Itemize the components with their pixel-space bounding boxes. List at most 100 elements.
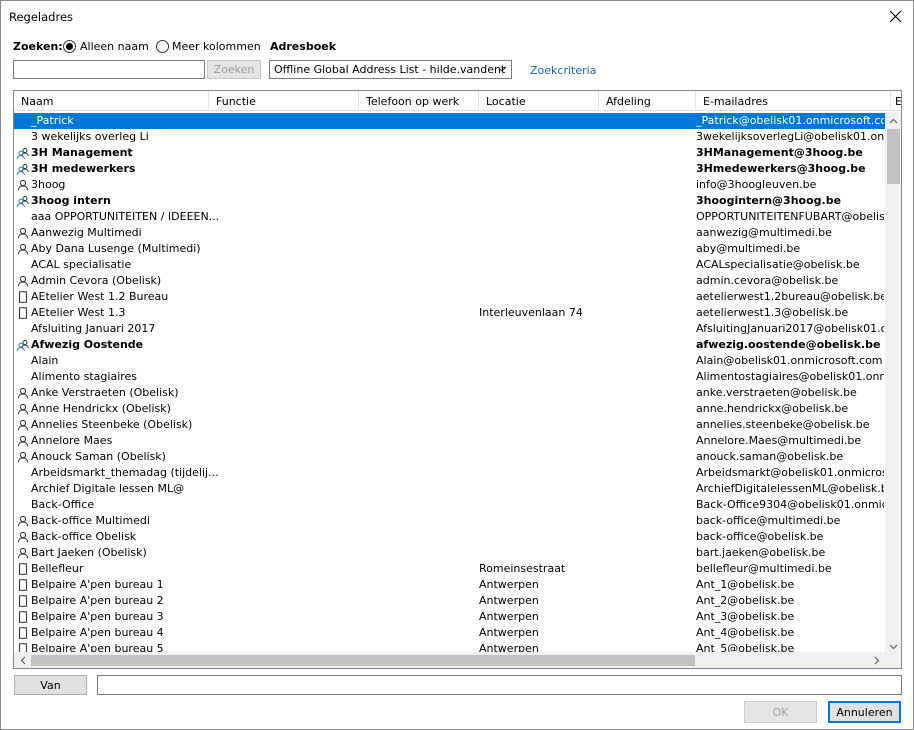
table-row[interactable]: Back-Office Back-Office9304@obelisk01.onm… — [14, 497, 885, 513]
row-name: ACAL specialisatie — [31, 258, 132, 271]
table-row[interactable]: Annelies Steenbeke (Obelisk) annelies.ste… — [14, 417, 885, 433]
row-location — [479, 353, 594, 369]
table-row[interactable]: 3hoog info@3hoogleuven.be — [14, 177, 885, 193]
row-location — [479, 497, 594, 513]
table-row[interactable]: 3hoog intern 3hoogintern@3hoog.be — [14, 193, 885, 209]
table-row[interactable]: Annelore Maes Annelore.Maes@multimedi.be — [14, 433, 885, 449]
radio-name-only[interactable] — [63, 40, 76, 53]
row-email: aby@multimedi.be — [696, 242, 801, 255]
table-row[interactable]: Belpaire A'pen bureau 1 Antwerpen Ant_1@ob… — [14, 577, 885, 593]
table-row[interactable]: Belpaire A'pen bureau 2 Antwerpen Ant_2@ob… — [14, 593, 885, 609]
row-email: Ant_1@obelisk.be — [696, 578, 795, 591]
row-name: 3H medewerkers — [31, 162, 136, 175]
table-row[interactable]: Belpaire A'pen bureau 4 Antwerpen Ant_4@ob… — [14, 625, 885, 641]
advanced-search-link[interactable]: Zoekcriteria — [530, 64, 596, 77]
horizontal-scroll-thumb[interactable] — [31, 655, 695, 666]
col-header-function[interactable]: Functie — [209, 91, 359, 111]
from-button[interactable]: Van — [14, 675, 87, 695]
table-row[interactable]: 3 wekelijks overleg Li 3wekelijksoverlegL… — [14, 129, 885, 145]
table-row[interactable]: Arbeidsmarkt_themadag (tijdelij... Arbeid… — [14, 465, 885, 481]
scroll-right-button[interactable] — [868, 652, 885, 668]
row-email: ACALspecialisatie@obelisk.be — [696, 258, 860, 271]
table-row[interactable]: Afsluiting Januari 2017 AfsluitingJanuari… — [14, 321, 885, 337]
table-row[interactable]: 3H medewerkers 3Hmedewerkers@3hoog.be — [14, 161, 885, 177]
col-header-name[interactable]: Naam — [14, 91, 209, 111]
row-name: Arbeidsmarkt_themadag (tijdelij... — [31, 466, 219, 479]
col-header-phone[interactable]: Telefoon op werk — [359, 91, 479, 111]
row-name: 3hoog — [31, 178, 66, 191]
row-email: back-office@multimedi.be — [696, 514, 841, 527]
row-email: Ant_3@obelisk.be — [696, 610, 795, 623]
row-location — [479, 145, 594, 161]
table-row[interactable]: AEtelier West 1.2 Bureau aetelierwest1.2b… — [14, 289, 885, 305]
table-row[interactable]: Anouck Saman (Obelisk) anouck.saman@obeli… — [14, 449, 885, 465]
room-icon — [19, 579, 27, 591]
cancel-button[interactable]: Annuleren — [828, 701, 901, 723]
col-header-email[interactable]: E-mailadres — [696, 91, 891, 111]
table-row[interactable]: Alain Alain@obelisk01.onmicrosoft.com — [14, 353, 885, 369]
row-email: info@3hoogleuven.be — [696, 178, 817, 191]
table-row[interactable]: Alimento stagiaires Alimentostagiaires@ob… — [14, 369, 885, 385]
table-row[interactable]: Afwezig Oostende afwezig.oostende@obelisk… — [14, 337, 885, 353]
address-list[interactable]: Naam Functie Telefoon op werk Locatie Af… — [13, 90, 902, 669]
row-email: admin.cevora@obelisk.be — [696, 274, 839, 287]
col-header-extra[interactable]: E — [891, 91, 901, 111]
room-icon — [19, 611, 27, 623]
table-row[interactable]: Bellefleur Romeinsestraat bellefleur@multi… — [14, 561, 885, 577]
table-row[interactable]: Bart Jaeken (Obelisk) bart.jaeken@obelisk… — [14, 545, 885, 561]
horizontal-scrollbar[interactable] — [14, 652, 885, 668]
from-field[interactable] — [97, 675, 902, 695]
close-button[interactable] — [883, 5, 907, 27]
row-location — [479, 417, 594, 433]
row-name: Belpaire A'pen bureau 3 — [31, 610, 164, 623]
table-row[interactable]: Back-office Obelisk back-office@obelisk.b… — [14, 529, 885, 545]
vertical-scrollbar[interactable] — [885, 112, 901, 655]
group-icon — [17, 164, 29, 175]
person-icon — [17, 515, 29, 527]
row-name: 3H Management — [31, 146, 133, 159]
table-row[interactable]: ACAL specialisatie ACALspecialisatie@obel… — [14, 257, 885, 273]
row-name: Alain — [31, 354, 59, 367]
table-row[interactable]: Back-office Multimedi back-office@multime… — [14, 513, 885, 529]
row-email: aetelierwest1.3@obelisk.be — [696, 306, 849, 319]
row-email: AfsluitingJanuari2017@obelisk01.o... — [696, 322, 884, 335]
col-header-location[interactable]: Locatie — [479, 91, 599, 111]
ok-button[interactable]: OK — [744, 701, 817, 723]
person-icon — [17, 419, 29, 431]
search-button[interactable]: Zoeken — [207, 60, 261, 79]
row-location — [479, 129, 594, 145]
table-row[interactable]: Aby Dana Lusenge (Multimedi) aby@multimed… — [14, 241, 885, 257]
row-location — [479, 113, 594, 129]
table-row[interactable]: aaa OPPORTUNITEITEN / IDEEEN... OPPORTUNI… — [14, 209, 885, 225]
vertical-scroll-thumb[interactable] — [887, 129, 900, 184]
table-row[interactable]: Anne Hendrickx (Obelisk) anne.hendrickx@o… — [14, 401, 885, 417]
search-label: Zoeken: — [13, 40, 63, 53]
table-row[interactable]: Anke Verstraeten (Obelisk) anke.verstraet… — [14, 385, 885, 401]
radio-more-columns[interactable] — [156, 40, 169, 53]
row-name: Anouck Saman (Obelisk) — [31, 450, 166, 463]
scroll-up-button[interactable] — [885, 112, 901, 129]
row-name: Bart Jaeken (Obelisk) — [31, 546, 147, 559]
address-book-select[interactable]: Offline Global Address List - hilde.vand… — [269, 60, 512, 79]
row-name: Annelore Maes — [31, 434, 113, 447]
radio-more-columns-label[interactable]: Meer kolommen — [172, 40, 261, 53]
row-name: Archief Digitale lessen ML@ — [31, 482, 185, 495]
row-location — [479, 545, 594, 561]
person-icon — [17, 387, 29, 399]
table-row[interactable]: Admin Cevora (Obelisk) admin.cevora@obeli… — [14, 273, 885, 289]
table-row[interactable]: Aanwezig Multimedi aanwezig@multimedi.be — [14, 225, 885, 241]
group-icon — [17, 196, 29, 207]
table-row[interactable]: Archief Digitale lessen ML@ ArchiefDigita… — [14, 481, 885, 497]
row-location — [479, 529, 594, 545]
search-input[interactable] — [13, 60, 205, 79]
row-location — [479, 241, 594, 257]
table-row[interactable]: Belpaire A'pen bureau 3 Antwerpen Ant_3@ob… — [14, 609, 885, 625]
table-row[interactable]: AEtelier West 1.3 Interleuvenlaan 74 aetel… — [14, 305, 885, 321]
table-row[interactable]: _Patrick _Patrick@obelisk01.onmicrosoft.c… — [14, 113, 885, 129]
scroll-left-button[interactable] — [14, 652, 31, 668]
col-header-department[interactable]: Afdeling — [599, 91, 696, 111]
row-location — [479, 273, 594, 289]
address-book-value: Offline Global Address List - hilde.vand… — [274, 63, 506, 76]
radio-name-only-label[interactable]: Alleen naam — [80, 40, 149, 53]
table-row[interactable]: 3H Management 3HManagement@3hoog.be — [14, 145, 885, 161]
